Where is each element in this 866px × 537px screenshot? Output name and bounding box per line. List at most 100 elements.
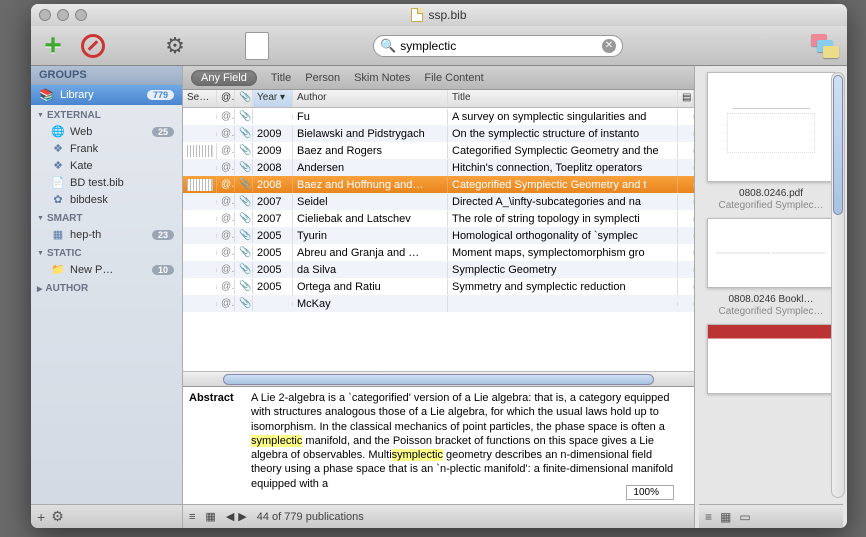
col-at[interactable]: @ bbox=[217, 90, 235, 107]
preview-view-grid[interactable]: ▦ bbox=[720, 510, 731, 524]
table-row[interactable]: @📎2007SeidelDirected A_\infty-subcategor… bbox=[183, 193, 694, 210]
group-static[interactable]: STATIC bbox=[31, 243, 182, 261]
sidebar-item-label: BD test.bib bbox=[70, 177, 124, 189]
table-row[interactable]: @📎2009Baez and RogersCategorified Symple… bbox=[183, 142, 694, 159]
cell-year: 2009 bbox=[253, 143, 293, 159]
sidebar-item-label: bibdesk bbox=[70, 194, 108, 206]
preview-button[interactable] bbox=[245, 32, 269, 60]
sidebar-item[interactable]: ▦hep-th23 bbox=[31, 226, 182, 243]
table-row[interactable]: @📎2005Abreu and Granja and …Moment maps,… bbox=[183, 244, 694, 261]
cell-title: Directed A_\infty-subcategories and na bbox=[448, 194, 678, 210]
minimize-window-button[interactable] bbox=[57, 9, 69, 21]
cell-title: Symmetry and symplectic reduction bbox=[448, 279, 678, 295]
sidebar-item[interactable]: 🌐Web25 bbox=[31, 123, 182, 140]
table-row[interactable]: @📎FuA survey on symplectic singularities… bbox=[183, 108, 694, 125]
cell-author: Tyurin bbox=[293, 228, 448, 244]
sidebar-item-count: 25 bbox=[152, 127, 174, 137]
cell-year: 2005 bbox=[253, 245, 293, 261]
preview-view-flow[interactable]: ▭ bbox=[739, 510, 750, 524]
preview-thumbnail-3[interactable] bbox=[707, 324, 835, 394]
view-grid-button[interactable]: ▦ bbox=[205, 510, 215, 523]
table-row[interactable]: @📎2008Baez and Hoffnung and…Categorified… bbox=[183, 176, 694, 193]
sidebar-action-button[interactable]: ⚙ bbox=[51, 508, 64, 525]
at-icon: @ bbox=[217, 126, 235, 141]
titlebar[interactable]: ssp.bib bbox=[31, 4, 847, 26]
preview-panel: 0808.0246.pdfCategorified Symplec… 0808.… bbox=[695, 66, 847, 528]
col-author[interactable]: Author bbox=[293, 90, 448, 107]
table-header[interactable]: Searc @ 📎 Year ▾ Author Title ▤ bbox=[183, 90, 694, 108]
col-year[interactable]: Year ▾ bbox=[253, 90, 293, 107]
scope-file[interactable]: File Content bbox=[424, 72, 483, 84]
clear-search-button[interactable]: ✕ bbox=[602, 39, 616, 53]
sidebar-library[interactable]: 📚 Library 779 bbox=[31, 85, 182, 105]
search-input[interactable] bbox=[400, 39, 602, 53]
close-window-button[interactable] bbox=[39, 9, 51, 21]
at-icon: @ bbox=[217, 228, 235, 243]
notes-button[interactable] bbox=[811, 34, 839, 58]
table-row[interactable]: @📎 McKay bbox=[183, 295, 694, 312]
add-group-button[interactable]: + bbox=[37, 509, 45, 525]
nav-next-button[interactable]: ▶ bbox=[238, 510, 246, 523]
table-row[interactable]: @📎2008AndersenHitchin's connection, Toep… bbox=[183, 159, 694, 176]
sidebar-item[interactable]: ✿bibdesk bbox=[31, 191, 182, 208]
at-icon: @ bbox=[217, 262, 235, 277]
preview-scrollbar[interactable] bbox=[831, 72, 845, 498]
nav-prev-button[interactable]: ◀ bbox=[226, 510, 234, 523]
col-title[interactable]: Title bbox=[448, 90, 678, 107]
abstract-label: Abstract bbox=[189, 391, 247, 491]
zoom-select[interactable]: 100% bbox=[626, 485, 674, 500]
table-row[interactable]: @📎2007Cieliebak and LatschevThe role of … bbox=[183, 210, 694, 227]
cell-year: 2005 bbox=[253, 279, 293, 295]
table-row[interactable]: @📎2005Ortega and RatiuSymmetry and sympl… bbox=[183, 278, 694, 295]
group-author[interactable]: AUTHOR bbox=[31, 278, 182, 296]
col-search[interactable]: Searc bbox=[183, 90, 217, 107]
table-row[interactable]: @📎2005da SilvaSymplectic Geometry bbox=[183, 261, 694, 278]
cell-author: Bielawski and Pidstrygach bbox=[293, 126, 448, 142]
sidebar-item[interactable]: ❖Frank bbox=[31, 140, 182, 157]
add-button[interactable]: + bbox=[39, 32, 67, 60]
preview-2-subtitle: Categorified Symplec… bbox=[703, 306, 839, 318]
col-clip[interactable]: 📎 bbox=[235, 90, 253, 107]
zoom-window-button[interactable] bbox=[75, 9, 87, 21]
scope-any-field[interactable]: Any Field bbox=[191, 70, 257, 86]
delete-button[interactable] bbox=[81, 34, 105, 58]
sidebar-item[interactable]: 📁New P…10 bbox=[31, 261, 182, 278]
paperclip-icon: 📎 bbox=[235, 296, 253, 311]
at-icon: @ bbox=[217, 143, 235, 158]
table-row[interactable]: @📎2009Bielawski and PidstrygachOn the sy… bbox=[183, 125, 694, 142]
cell-author: da Silva bbox=[293, 262, 448, 278]
at-icon: @ bbox=[217, 296, 235, 311]
cell-author: Baez and Hoffnung and… bbox=[293, 177, 448, 193]
sidebar-item[interactable]: 📄BD test.bib bbox=[31, 174, 182, 191]
scope-person[interactable]: Person bbox=[305, 72, 340, 84]
paperclip-icon: 📎 bbox=[235, 109, 253, 124]
scope-title[interactable]: Title bbox=[271, 72, 291, 84]
preview-1-subtitle: Categorified Symplec… bbox=[703, 200, 839, 212]
cell-author: McKay bbox=[293, 296, 448, 312]
preview-view-list[interactable]: ≡ bbox=[705, 510, 712, 524]
cell-year: 2009 bbox=[253, 126, 293, 142]
toolbar: + ⚙ 🔍 ✕ bbox=[31, 26, 847, 66]
group-external[interactable]: EXTERNAL bbox=[31, 105, 182, 123]
at-icon: @ bbox=[217, 211, 235, 226]
preview-2-title: 0808.0246 Bookl… bbox=[728, 294, 813, 305]
col-corner[interactable]: ▤ bbox=[678, 90, 694, 107]
cell-year: 2007 bbox=[253, 211, 293, 227]
at-icon: @ bbox=[217, 194, 235, 209]
scope-skim[interactable]: Skim Notes bbox=[354, 72, 410, 84]
cell-title: The role of string topology in symplecti bbox=[448, 211, 678, 227]
search-field[interactable]: 🔍 ✕ bbox=[373, 35, 623, 57]
preview-thumbnail-1[interactable] bbox=[707, 72, 835, 182]
paperclip-icon: 📎 bbox=[235, 194, 253, 209]
group-smart[interactable]: SMART bbox=[31, 208, 182, 226]
cell-title: On the symplectic structure of instanto bbox=[448, 126, 678, 142]
library-icon: 📚 bbox=[39, 88, 54, 102]
cell-year bbox=[253, 115, 293, 119]
view-list-button[interactable]: ≡ bbox=[189, 511, 195, 523]
action-menu-button[interactable]: ⚙ bbox=[163, 34, 187, 58]
sidebar-item[interactable]: ❖Kate bbox=[31, 157, 182, 174]
horizontal-scrollbar[interactable] bbox=[183, 371, 694, 386]
paperclip-icon: 📎 bbox=[235, 160, 253, 175]
preview-thumbnail-2[interactable] bbox=[707, 218, 835, 288]
table-row[interactable]: @📎2005TyurinHomological orthogonality of… bbox=[183, 227, 694, 244]
